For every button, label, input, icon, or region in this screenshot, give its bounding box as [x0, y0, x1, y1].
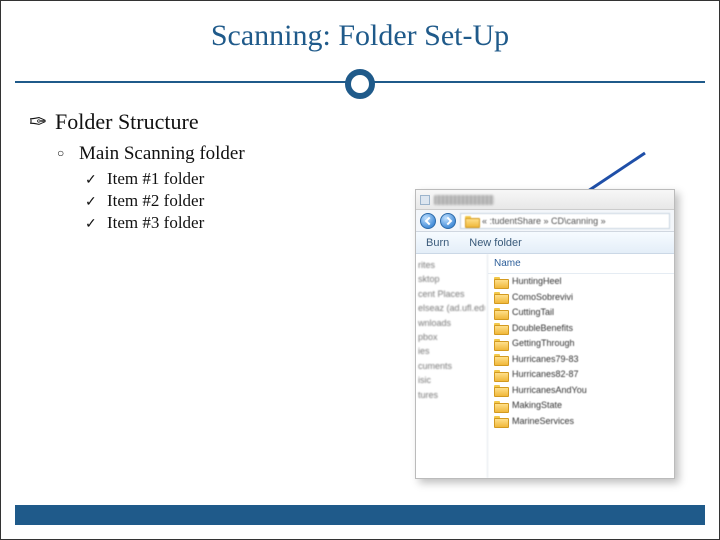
- folder-row[interactable]: MakingState: [488, 398, 674, 414]
- breadcrumb[interactable]: « :tudentShare » CD\canning »: [460, 213, 670, 229]
- explorer-body: rites sktop cent Places elseaz (ad.ufl.e…: [416, 254, 674, 478]
- sidebar-item[interactable]: cuments: [418, 359, 485, 373]
- folder-row[interactable]: DoubleBenefits: [488, 321, 674, 337]
- nav-forward-button[interactable]: [440, 213, 456, 229]
- sidebar-item[interactable]: tures: [418, 388, 485, 402]
- folder-row[interactable]: CuttingTail: [488, 305, 674, 321]
- sidebar-item[interactable]: elseaz (ad.ufl.edu: [418, 301, 485, 315]
- circle-bullet-icon: ○: [57, 146, 79, 161]
- file-list: Name HuntingHeel ComoSobrevivi CuttingTa…: [488, 254, 674, 478]
- column-header-name[interactable]: Name: [488, 256, 674, 274]
- lvl3-text: Item #1 folder: [107, 169, 204, 189]
- sidebar-item[interactable]: ies: [418, 344, 485, 358]
- titlebar-glyph-icon: [420, 195, 430, 205]
- bullet-lvl1: ✑ Folder Structure: [29, 109, 691, 135]
- window-titlebar: [416, 190, 674, 210]
- nav-back-button[interactable]: [420, 213, 436, 229]
- address-bar: « :tudentShare » CD\canning »: [416, 210, 674, 232]
- explorer-toolbar: Burn New folder: [416, 232, 674, 254]
- folder-icon: [494, 277, 507, 287]
- folder-row[interactable]: Hurricanes82-87: [488, 367, 674, 383]
- footer-bar: [15, 505, 705, 525]
- titlebar-text: [434, 195, 494, 205]
- sidebar-item[interactable]: pbox: [418, 330, 485, 344]
- check-bullet-icon: ✓: [85, 172, 107, 189]
- folder-icon: [494, 339, 507, 349]
- folder-icon: [494, 323, 507, 333]
- toolbar-new-folder[interactable]: New folder: [469, 237, 522, 249]
- folder-icon: [494, 370, 507, 380]
- explorer-sidebar: rites sktop cent Places elseaz (ad.ufl.e…: [416, 254, 488, 478]
- bullet-lvl3: ✓ Item #1 folder: [85, 169, 691, 189]
- lvl3-text: Item #2 folder: [107, 191, 204, 211]
- folder-row[interactable]: MarineServices: [488, 414, 674, 430]
- folder-icon: [494, 401, 507, 411]
- folder-row[interactable]: HuntingHeel: [488, 274, 674, 290]
- toolbar-burn[interactable]: Burn: [426, 237, 449, 249]
- sidebar-item[interactable]: isic: [418, 373, 485, 387]
- sidebar-item[interactable]: sktop: [418, 272, 485, 286]
- swirl-bullet-icon: ✑: [29, 109, 55, 135]
- sidebar-item[interactable]: rites: [418, 258, 485, 272]
- folder-icon: [494, 292, 507, 302]
- lvl2-text: Main Scanning folder: [79, 143, 245, 165]
- folder-icon: [494, 308, 507, 318]
- sidebar-item[interactable]: cent Places: [418, 287, 485, 301]
- folder-row[interactable]: GettingThrough: [488, 336, 674, 352]
- folder-icon: [465, 216, 478, 226]
- check-bullet-icon: ✓: [85, 194, 107, 211]
- folder-row[interactable]: HurricanesAndYou: [488, 383, 674, 399]
- lvl3-text: Item #3 folder: [107, 213, 204, 233]
- sidebar-item[interactable]: wnloads: [418, 316, 485, 330]
- title-rule: [1, 63, 719, 103]
- folder-icon: [494, 354, 507, 364]
- folder-row[interactable]: ComoSobrevivi: [488, 290, 674, 306]
- folder-icon: [494, 416, 507, 426]
- explorer-screenshot: « :tudentShare » CD\canning » Burn New f…: [415, 189, 675, 479]
- bullet-lvl2: ○ Main Scanning folder: [57, 143, 691, 165]
- slide: Scanning: Folder Set-Up ✑ Folder Structu…: [0, 0, 720, 540]
- circle-ornament-icon: [345, 69, 375, 99]
- folder-icon: [494, 385, 507, 395]
- slide-title: Scanning: Folder Set-Up: [1, 1, 719, 63]
- breadcrumb-text: « :tudentShare » CD\canning »: [482, 216, 606, 226]
- check-bullet-icon: ✓: [85, 216, 107, 233]
- lvl1-text: Folder Structure: [55, 109, 199, 135]
- folder-row[interactable]: Hurricanes79-83: [488, 352, 674, 368]
